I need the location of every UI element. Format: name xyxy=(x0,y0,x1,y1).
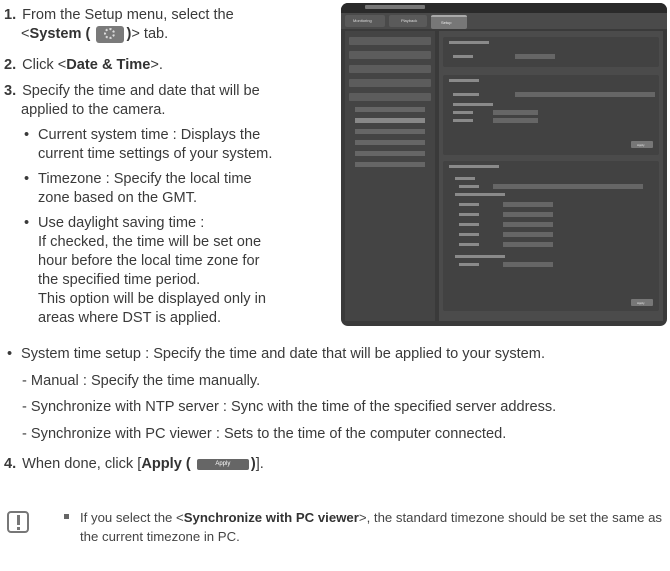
bullet-text: areas where DST is applied. xyxy=(38,310,222,326)
step-text: < xyxy=(21,26,30,42)
step-number: 4. xyxy=(4,456,17,472)
bullet-dot: • xyxy=(7,346,13,362)
bullet-dot: • xyxy=(24,127,30,143)
bullet-text: current time settings of your system. xyxy=(38,146,273,162)
date-time-label: Date & Time xyxy=(66,57,151,73)
gear-icon xyxy=(96,25,125,43)
bullet-text: System time setup : Specify the time and… xyxy=(21,346,546,362)
step-number: 2. xyxy=(4,57,17,73)
dash-ntp: - Synchronize with NTP server : Sync wit… xyxy=(22,398,556,417)
bullet-dst: • Use daylight saving time : If checked,… xyxy=(24,214,266,328)
step-3: 3. Specify the time and date that will b… xyxy=(4,82,260,120)
screenshot-main-panel: Apply Apply xyxy=(439,31,663,321)
tab-label: Setup xyxy=(441,20,452,25)
apply-label: Apply ( xyxy=(141,456,191,472)
tab-label: Monitoring xyxy=(353,18,372,23)
step-text: When done, click [ xyxy=(22,456,142,472)
system-tab-label: System ( xyxy=(29,26,91,42)
bullet-dot: • xyxy=(24,171,30,187)
step-1: 1. From the Setup menu, select the <Syst… xyxy=(4,6,234,44)
apply-label: Apply xyxy=(637,143,645,147)
step-text: >. xyxy=(150,57,163,73)
bullet-text: Timezone : Specify the local time xyxy=(38,171,252,187)
dash-pc-viewer: - Synchronize with PC viewer : Sets to t… xyxy=(22,425,506,444)
step-text: > tab. xyxy=(131,26,169,42)
note-text: If you select the <Synchronize with PC v… xyxy=(80,508,668,546)
bullet-system-time-setup: • System time setup : Specify the time a… xyxy=(7,345,670,364)
step-2: 2. Click <Date & Time>. xyxy=(4,56,163,75)
dash-text: - Synchronize with NTP server : Sync wit… xyxy=(22,399,557,415)
tab-playback: Playback xyxy=(389,15,427,27)
apply-button-2: Apply xyxy=(631,299,653,306)
bullet-text: This option will be displayed only in xyxy=(38,291,266,307)
screenshot-tabs: Monitoring Playback Setup xyxy=(341,13,667,29)
system-time-setup-section: Apply xyxy=(443,161,659,311)
screenshot-titlebar xyxy=(341,3,667,13)
screenshot-sidebar xyxy=(345,31,435,321)
step-text: ]. xyxy=(255,456,264,472)
step-text: Specify the time and date that will be xyxy=(22,83,260,99)
step-text: applied to the camera. xyxy=(21,102,166,118)
current-time-section xyxy=(443,37,659,67)
dash-text: - Manual : Specify the time manually. xyxy=(22,373,261,389)
bullet-current-time: • Current system time : Displays the cur… xyxy=(24,126,273,164)
note-part: If you select the < xyxy=(80,510,184,525)
tab-setup: Setup xyxy=(431,15,467,29)
tab-monitoring: Monitoring xyxy=(345,15,385,27)
apply-button-image: Apply xyxy=(196,458,249,470)
note-bold: Synchronize with PC viewer xyxy=(183,510,359,525)
camera-setup-screenshot: Monitoring Playback Setup Apply Apply xyxy=(341,3,667,326)
caution-icon xyxy=(7,511,29,533)
step-text: From the Setup menu, select the xyxy=(22,7,234,23)
bullet-text: Use daylight saving time : xyxy=(38,215,205,231)
step-number: 1. xyxy=(4,7,17,23)
step-number: 3. xyxy=(4,83,17,99)
bullet-timezone: • Timezone : Specify the local time zone… xyxy=(24,170,252,208)
bullet-text: the specified time period. xyxy=(38,272,201,288)
dash-text: - Synchronize with PC viewer : Sets to t… xyxy=(22,426,507,442)
dash-manual: - Manual : Specify the time manually. xyxy=(22,372,260,391)
timezone-section: Apply xyxy=(443,75,659,155)
bullet-text: Current system time : Displays the xyxy=(38,127,261,143)
apply-button-1: Apply xyxy=(631,141,653,148)
step-text: Click < xyxy=(22,57,67,73)
bullet-dot: • xyxy=(24,215,30,231)
step-4: 4. When done, click [Apply ( Apply)]. xyxy=(4,455,264,474)
bullet-text: If checked, the time will be set one xyxy=(38,234,262,250)
bullet-text: zone based on the GMT. xyxy=(38,190,198,206)
bullet-text: hour before the local time zone for xyxy=(38,253,260,269)
tab-label: Playback xyxy=(401,18,418,23)
note-bullet xyxy=(64,514,69,519)
apply-label: Apply xyxy=(637,301,645,305)
